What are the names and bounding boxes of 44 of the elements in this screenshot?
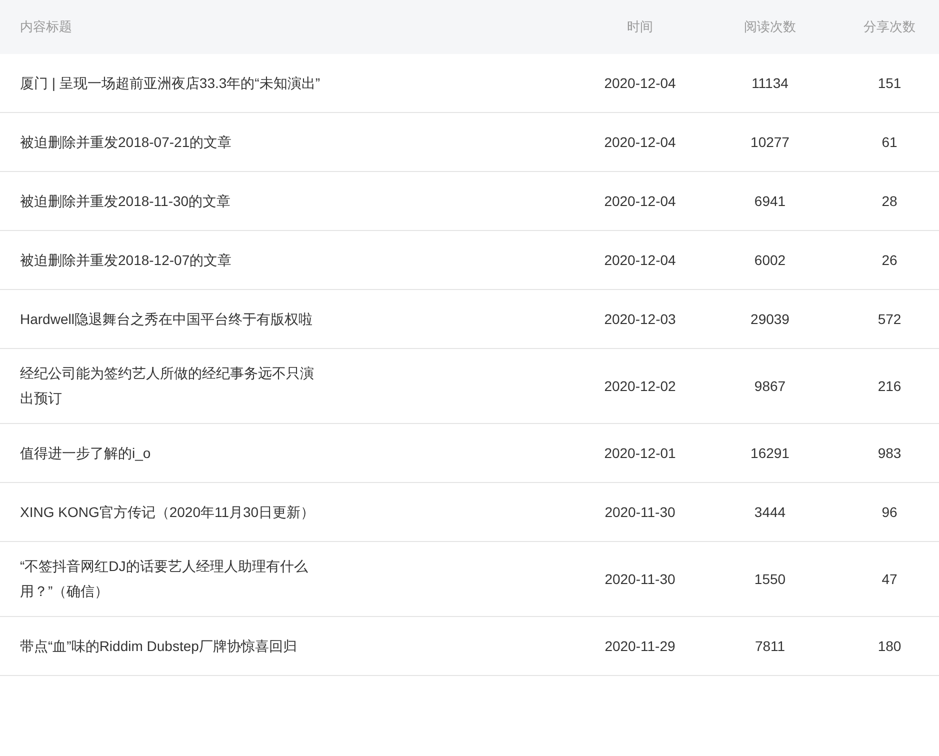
table-cell-text: 26 <box>882 250 898 270</box>
table-cell-text: 2020-11-30 <box>604 570 676 588</box>
table-cell-text: 983 <box>878 444 902 462</box>
table-cell-text: 2020-12-03 <box>604 310 676 328</box>
table-cell-text: 61 <box>882 132 898 152</box>
article-title: 值得进一步了解的i_o <box>20 444 152 463</box>
article-title: “不签抖音网红DJ的话要艺人经理人助理有什么用？”（确信） <box>20 557 309 601</box>
table-cell-text: 3444 <box>754 502 786 522</box>
table-cell-text: 9867 <box>754 376 786 396</box>
article-title: Hardwell隐退舞台之秀在中国平台终于有版权啦 <box>20 310 314 328</box>
column-header: 时间 <box>627 18 653 36</box>
table-cell-text: 1550 <box>754 570 786 588</box>
table-cell-text: 2020-12-04 <box>604 74 676 92</box>
article-title: 被迫删除并重发2018-11-30的文章 <box>20 192 232 210</box>
table-cell-text: 16291 <box>750 444 790 462</box>
table-cell-text: 6941 <box>754 192 786 210</box>
table-cell-text: 29039 <box>750 310 790 328</box>
table-cell-text: 216 <box>878 376 902 396</box>
table-cell-text: 6002 <box>754 250 786 270</box>
table-cell-text: 2020-12-04 <box>604 192 676 210</box>
table-cell-text: 2020-12-04 <box>604 250 676 270</box>
table-cell-text: 28 <box>882 192 898 210</box>
table-cell-text: 180 <box>878 636 902 656</box>
article-title: 被迫删除并重发2018-12-07的文章 <box>20 250 233 270</box>
article-title: 被迫删除并重发2018-07-21的文章 <box>20 132 233 152</box>
column-header: 分享次数 <box>864 18 916 36</box>
article-title: XING KONG官方传记（2020年11月30日更新） <box>20 502 316 522</box>
table-cell-text: 96 <box>882 502 898 522</box>
article-title: 经纪公司能为签约艺人所做的经纪事务远不只演出预订 <box>20 364 315 408</box>
article-title: 厦门 | 呈现一场超前亚洲夜店33.3年的“未知演出” <box>20 74 321 93</box>
table-cell-text: 7811 <box>754 636 786 656</box>
article-title: 带点“血”味的Riddim Dubstep厂牌协惊喜回归 <box>20 636 298 656</box>
column-header: 阅读次数 <box>744 18 796 36</box>
table-cell-text: 11134 <box>752 74 788 92</box>
table-cell-text: 572 <box>878 310 902 328</box>
column-header: 内容标题 <box>20 19 72 34</box>
table-cell-text: 47 <box>882 570 898 588</box>
table-cell-text: 2020-12-02 <box>604 376 676 396</box>
table-cell-text: 2020-11-30 <box>604 502 676 522</box>
table-cell-text: 2020-12-01 <box>604 444 676 462</box>
table-cell-text: 2020-12-04 <box>604 132 676 152</box>
table-cell-text: 2020-11-29 <box>604 636 676 656</box>
table-cell-text: 151 <box>878 74 902 92</box>
table-cell-text: 10277 <box>750 132 790 152</box>
